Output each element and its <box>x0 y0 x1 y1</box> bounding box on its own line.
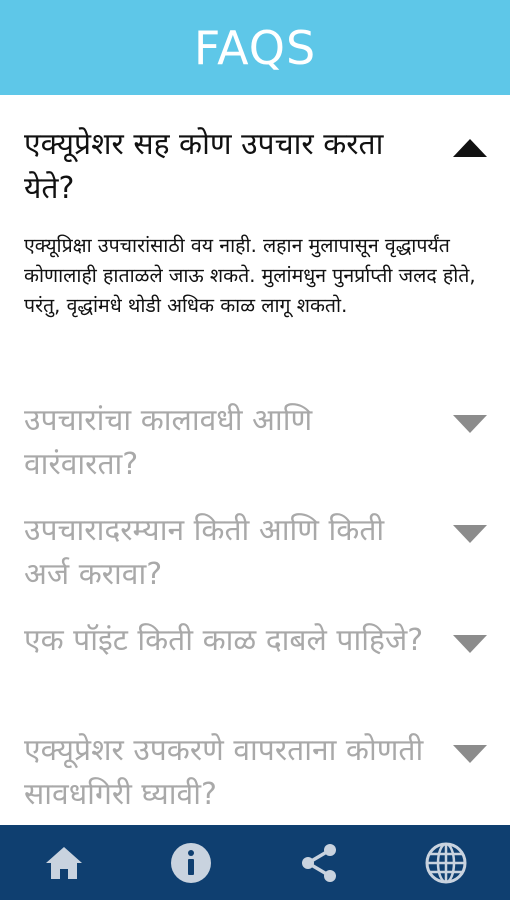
expand-arrow-icon[interactable] <box>453 415 487 433</box>
faq-list: एक्यूप्रेशर सह कोण उपचार करता येते? एक्य… <box>0 95 510 825</box>
share-button[interactable] <box>289 833 349 893</box>
info-button[interactable] <box>161 833 221 893</box>
app-header: FAQS <box>0 0 510 95</box>
faq-answer: एक्यूप्रिक्षा उपचारांसाठी वय नाही. लहान … <box>24 234 476 317</box>
faq-item[interactable]: उपचारांचा कालावधी आणि वारंवारता? <box>0 385 510 495</box>
home-button[interactable] <box>34 833 94 893</box>
expand-arrow-icon[interactable] <box>453 635 487 653</box>
faq-question[interactable]: एक पॉइंट किती काळ दाबले पाहिजे? <box>24 619 424 663</box>
home-icon <box>45 846 82 879</box>
faq-item[interactable]: एक्यूप्रेशर सह कोण उपचार करता येते? एक्य… <box>0 95 510 385</box>
bottom-navigation <box>0 825 510 900</box>
faq-item[interactable]: एक पॉइंट किती काळ दाबले पाहिजे? <box>0 605 510 715</box>
expand-arrow-icon[interactable] <box>453 745 487 763</box>
collapse-arrow-icon[interactable] <box>453 139 487 157</box>
faq-question[interactable]: एक्यूप्रेशर उपकरणे वापरताना कोणती सावधगि… <box>24 729 424 817</box>
website-button[interactable] <box>416 833 476 893</box>
globe-icon <box>425 842 467 883</box>
faq-item[interactable]: उपचारादरम्यान किती आणि किती अर्ज करावा? <box>0 495 510 605</box>
share-icon <box>301 843 336 882</box>
faq-question[interactable]: एक्यूप्रेशर सह कोण उपचार करता येते? <box>24 123 424 211</box>
info-icon <box>171 842 212 883</box>
page-title: FAQS <box>193 20 317 75</box>
expand-arrow-icon[interactable] <box>453 525 487 543</box>
faq-question[interactable]: उपचारांचा कालावधी आणि वारंवारता? <box>24 399 424 487</box>
faq-question[interactable]: उपचारादरम्यान किती आणि किती अर्ज करावा? <box>24 509 424 597</box>
faq-item[interactable]: एक्यूप्रेशर उपकरणे वापरताना कोणती सावधगि… <box>0 715 510 825</box>
